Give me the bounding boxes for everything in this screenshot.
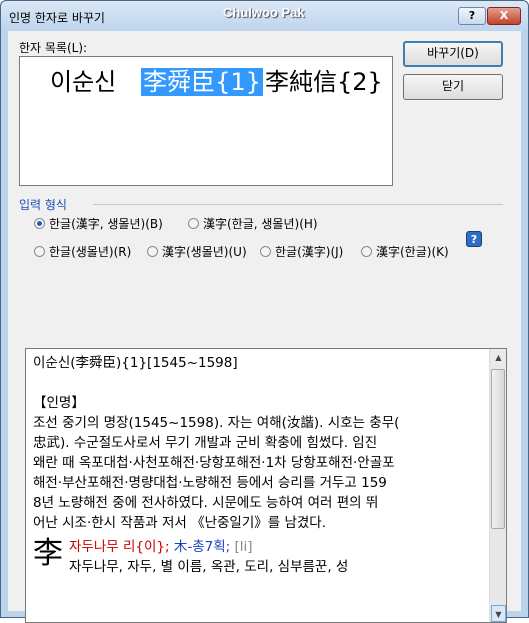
- hanja-list[interactable]: 이순신 李舜臣{1} 李純信{2}: [19, 56, 393, 186]
- preview-line: 조선 중기의 명장(1545~1598). 자는 여해(汝諧). 시호는 충무(: [33, 415, 400, 431]
- radio-label: 漢字(생몰년)(U): [162, 245, 247, 259]
- convert-button[interactable]: 바꾸기(D): [403, 41, 503, 67]
- list-item[interactable]: 李純信{2}: [263, 68, 385, 96]
- close-button[interactable]: 닫기: [403, 74, 503, 100]
- help-title-button[interactable]: ?: [458, 7, 486, 25]
- radio-hangul-years[interactable]: 한글(생몰년)(R): [34, 243, 131, 260]
- title-watermark: Chulwoo Pak: [223, 5, 305, 20]
- radio-hanja-hangul[interactable]: 漢字(한글)(K): [361, 243, 449, 260]
- input-format-title: 입력 형식: [19, 198, 67, 212]
- scroll-up-icon[interactable]: ▲: [491, 349, 506, 366]
- preview-line: 어난 시조·한시 작품과 저서 《난중일기》를 남겼다.: [33, 515, 327, 531]
- hanja-entry-text: 자두나무 리{이}; 木-총7획; [li] 자두나무, 자두, 별 이름, 옥…: [69, 537, 348, 577]
- hanja-list-row: 이순신 李舜臣{1} 李純信{2}: [48, 62, 385, 97]
- title-bar[interactable]: 인명 한자로 바꾸기 Chulwoo Pak ? X: [1, 1, 528, 31]
- list-item-hangul[interactable]: 이순신: [48, 68, 118, 96]
- hanja-pronunciation: [li]: [234, 539, 253, 555]
- dialog-window: 인명 한자로 바꾸기 Chulwoo Pak ? X 한자 목록(L): 이순신…: [0, 0, 529, 623]
- radio-label: 漢字(한글)(K): [376, 245, 449, 259]
- preview-line: 해전·부산포해전·명량대첩·노량해전 등에서 승리를 거두고 159: [33, 475, 387, 491]
- window-title: 인명 한자로 바꾸기: [9, 11, 105, 25]
- scroll-down-icon[interactable]: ▼: [491, 605, 506, 622]
- radio-label: 한글(漢字)(J): [275, 245, 344, 259]
- radio-unchecked-icon: [34, 246, 45, 257]
- radio-label: 한글(생몰년)(R): [49, 245, 132, 259]
- close-title-button[interactable]: X: [487, 7, 521, 25]
- radio-unchecked-icon: [260, 246, 271, 257]
- preview-line: 8년 노량해전 중에 전사하였다. 시문에도 능하여 여러 편의 뛰: [33, 495, 379, 511]
- group-divider: [93, 204, 503, 205]
- radio-unchecked-icon: [147, 246, 158, 257]
- hanja-list-label: 한자 목록(L):: [19, 41, 88, 55]
- preview-content: 이순신(李舜臣){1}[1545~1598] 【인명】 조선 중기의 명장(15…: [33, 353, 485, 577]
- preview-line: 忠武). 수군절도사로서 무기 개발과 군비 확충에 힘썼다. 임진: [33, 435, 378, 451]
- scrollbar-thumb[interactable]: [491, 369, 505, 529]
- list-item-selected[interactable]: 李舜臣{1}: [141, 68, 263, 96]
- radio-hangul-hanja-years[interactable]: 한글(漢字, 생몰년)(B): [34, 215, 163, 232]
- hanja-meaning: 자두나무, 자두, 별 이름, 옥관, 도리, 심부름꾼, 성: [69, 559, 349, 575]
- radio-unchecked-icon: [188, 218, 199, 229]
- radio-label: 漢字(한글, 생몰년)(H): [203, 217, 318, 231]
- radio-label: 한글(漢字, 생몰년)(B): [49, 217, 163, 231]
- hanja-radical: 木-총7획;: [173, 539, 231, 555]
- preview-heading: 이순신(李舜臣){1}[1545~1598]: [33, 355, 238, 371]
- radio-hanja-hangul-years[interactable]: 漢字(한글, 생몰년)(H): [188, 215, 318, 232]
- help-icon[interactable]: ?: [466, 231, 482, 247]
- hanja-entry: 李 자두나무 리{이}; 木-총7획; [li] 자두나무, 자두, 별 이름,…: [33, 537, 485, 577]
- preview-section: 【인명】: [33, 395, 85, 411]
- dictionary-preview[interactable]: 이순신(李舜臣){1}[1545~1598] 【인명】 조선 중기의 명장(15…: [25, 348, 507, 623]
- dialog-body: 한자 목록(L): 이순신 李舜臣{1} 李純信{2} 바꾸기(D) 닫기 입력 …: [8, 31, 521, 623]
- radio-hangul-hanja[interactable]: 한글(漢字)(J): [260, 243, 343, 260]
- preview-line: 왜란 때 옥포대첩·사천포해전·당항포해전·1차 당항포해전·안골포: [33, 455, 395, 471]
- radio-unchecked-icon: [361, 246, 372, 257]
- preview-scrollbar[interactable]: ▲ ▼: [489, 349, 506, 622]
- radio-hanja-years[interactable]: 漢字(생몰년)(U): [147, 243, 247, 260]
- hanja-character: 李: [33, 536, 63, 571]
- hanja-reading: 자두나무 리{이};: [69, 539, 170, 555]
- radio-checked-icon: [34, 218, 45, 229]
